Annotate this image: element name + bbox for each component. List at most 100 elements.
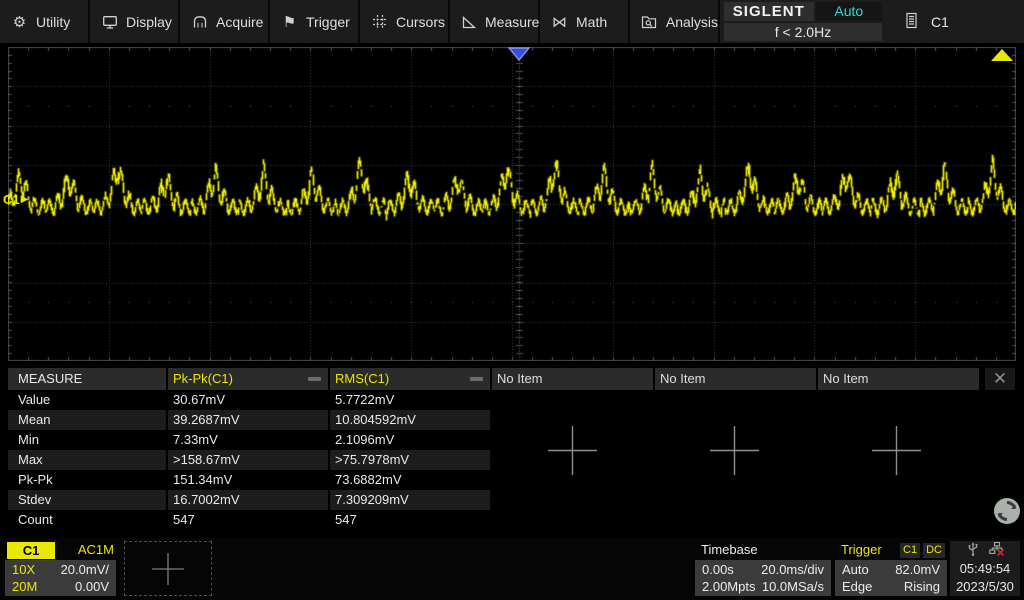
timebase-scale: 20.0ms/div bbox=[761, 561, 824, 578]
active-channel-indicator[interactable]: C1 bbox=[904, 0, 949, 43]
row-value: 30.67mV bbox=[168, 390, 328, 410]
channel-list-icon bbox=[904, 12, 919, 32]
oscilloscope-ui: ⚙ Utility Display Acquire ⚑ Trigger Curs… bbox=[0, 0, 1024, 600]
channel-offset-label: C1 bbox=[3, 192, 20, 207]
remove-measure-icon[interactable] bbox=[308, 377, 321, 381]
menu-trigger[interactable]: ⚑ Trigger bbox=[270, 0, 360, 43]
flag-icon: ⚑ bbox=[281, 13, 298, 30]
measure-header-row: MEASURE Pk-Pk(C1) RMS(C1) No Item No Ite… bbox=[8, 368, 1016, 390]
menu-utility[interactable]: ⚙ Utility bbox=[0, 0, 90, 43]
add-measurement-plus-icon[interactable] bbox=[544, 422, 601, 482]
measure-row-value: Value 30.67mV 5.7722mV bbox=[8, 390, 1016, 410]
measure-panel: MEASURE Pk-Pk(C1) RMS(C1) No Item No Ite… bbox=[8, 368, 1016, 532]
add-channel-box[interactable] bbox=[124, 541, 212, 596]
lan-disconnected-icon bbox=[989, 541, 1005, 560]
measure-row-stdev: Stdev 16.7002mV 7.309209mV bbox=[8, 490, 1016, 510]
menu-trigger-label: Trigger bbox=[306, 14, 350, 30]
waveform-canvas[interactable] bbox=[8, 47, 1016, 361]
cursors-grid-icon bbox=[371, 13, 388, 30]
gesture-history-button[interactable] bbox=[992, 496, 1022, 526]
measure-row-mean: Mean 39.2687mV 10.804592mV bbox=[8, 410, 1016, 430]
bowtie-icon: ⋈ bbox=[551, 13, 568, 30]
add-measurement-plus-icon[interactable] bbox=[868, 422, 925, 482]
channel1-coupling: AC1M bbox=[78, 541, 114, 559]
row-value: 547 bbox=[168, 510, 328, 530]
channel1-descriptor-box[interactable]: C1 AC1M 10X 20.0mV/ 20M 0.00V bbox=[5, 541, 116, 596]
trigger-box[interactable]: Trigger C1 DC Auto 82.0mV Edge Rising bbox=[835, 541, 947, 596]
menu-analysis[interactable]: Analysis bbox=[630, 0, 720, 43]
row-label: Min bbox=[8, 430, 166, 450]
row-label: Stdev bbox=[8, 490, 166, 510]
acquisition-status-cluster: SIGLENT Auto f < 2.0Hz bbox=[724, 0, 882, 43]
remove-measure-icon[interactable] bbox=[470, 377, 483, 381]
system-date: 2023/5/30 bbox=[950, 578, 1020, 596]
measure-col-rms[interactable]: RMS(C1) bbox=[330, 368, 490, 390]
timebase-delay: 0.00s bbox=[702, 561, 734, 578]
trigger-source-chip: C1 bbox=[900, 543, 920, 558]
menu-measure[interactable]: Measure bbox=[450, 0, 540, 43]
monitor-icon bbox=[101, 13, 118, 30]
active-channel-label: C1 bbox=[931, 14, 949, 30]
row-value: 39.2687mV bbox=[168, 410, 328, 430]
add-measurement-plus-icon[interactable] bbox=[706, 422, 763, 482]
menu-acquire-label: Acquire bbox=[216, 14, 263, 30]
measure-col-pkpk[interactable]: Pk-Pk(C1) bbox=[168, 368, 328, 390]
folder-search-icon bbox=[641, 13, 658, 30]
menu-acquire[interactable]: Acquire bbox=[180, 0, 270, 43]
menu-utility-label: Utility bbox=[36, 14, 70, 30]
timebase-points: 2.00Mpts bbox=[702, 578, 755, 595]
trigger-level: 82.0mV bbox=[895, 561, 940, 578]
timebase-box[interactable]: Timebase 0.00s 20.0ms/div 2.00Mpts 10.0M… bbox=[695, 541, 831, 596]
channel-offset-marker[interactable]: C1 ▶ bbox=[3, 192, 28, 207]
row-value: 10.804592mV bbox=[330, 410, 490, 430]
trigger-mode: Auto bbox=[842, 561, 869, 578]
row-label: Value bbox=[8, 390, 166, 410]
system-status-box[interactable]: 05:49:54 2023/5/30 bbox=[950, 541, 1020, 596]
timebase-samplerate: 10.0MSa/s bbox=[762, 578, 824, 595]
measure-col-empty-2[interactable]: No Item bbox=[655, 368, 816, 390]
usb-icon bbox=[966, 541, 980, 560]
add-channel-plus-icon bbox=[145, 549, 191, 589]
trigger-type: Edge bbox=[842, 578, 872, 595]
measure-col-empty-1[interactable]: No Item bbox=[492, 368, 653, 390]
bottom-status-bar: C1 AC1M 10X 20.0mV/ 20M 0.00V Timeb bbox=[0, 538, 1024, 600]
right-arrow-icon: ▶ bbox=[21, 194, 29, 205]
trigger-level-marker[interactable] bbox=[990, 48, 1014, 60]
row-label: Max bbox=[8, 450, 166, 470]
menu-display-label: Display bbox=[126, 14, 172, 30]
trigger-position-marker[interactable] bbox=[508, 47, 530, 61]
row-value: 2.1096mV bbox=[330, 430, 490, 450]
acquisition-mode-badge[interactable]: Auto bbox=[816, 2, 882, 21]
timebase-title: Timebase bbox=[697, 541, 758, 559]
measure-panel-title: MEASURE bbox=[8, 368, 166, 390]
row-label: Count bbox=[8, 510, 166, 530]
row-value: >158.67mV bbox=[168, 450, 328, 470]
row-value: >75.7978mV bbox=[330, 450, 490, 470]
row-value: 151.34mV bbox=[168, 470, 328, 490]
trigger-coupling-chip: DC bbox=[923, 543, 945, 558]
measure-row-min: Min 7.33mV 2.1096mV bbox=[8, 430, 1016, 450]
acquire-icon bbox=[191, 13, 208, 30]
close-measure-icon[interactable]: ✕ bbox=[985, 368, 1015, 390]
frequency-counter: f < 2.0Hz bbox=[724, 23, 882, 42]
trigger-slope: Rising bbox=[904, 578, 940, 595]
menu-measure-label: Measure bbox=[485, 14, 539, 30]
menu-cursors[interactable]: Cursors bbox=[360, 0, 450, 43]
measure-col-empty-3[interactable]: No Item bbox=[818, 368, 979, 390]
set-square-icon bbox=[461, 13, 477, 30]
row-value: 7.33mV bbox=[168, 430, 328, 450]
menu-display[interactable]: Display bbox=[90, 0, 180, 43]
row-value: 7.309209mV bbox=[330, 490, 490, 510]
channel1-name-chip[interactable]: C1 bbox=[7, 542, 55, 559]
menu-analysis-label: Analysis bbox=[666, 14, 718, 30]
menu-math[interactable]: ⋈ Math bbox=[540, 0, 630, 43]
row-label: Pk-Pk bbox=[8, 470, 166, 490]
channel1-bandwidth: 20M bbox=[12, 578, 37, 595]
measure-row-max: Max >158.67mV >75.7978mV bbox=[8, 450, 1016, 470]
channel1-offset: 0.00V bbox=[75, 578, 109, 595]
row-value: 547 bbox=[330, 510, 490, 530]
measure-col-rms-label: RMS(C1) bbox=[335, 371, 389, 386]
row-value: 16.7002mV bbox=[168, 490, 328, 510]
measure-col-pkpk-label: Pk-Pk(C1) bbox=[173, 371, 233, 386]
menu-math-label: Math bbox=[576, 14, 607, 30]
